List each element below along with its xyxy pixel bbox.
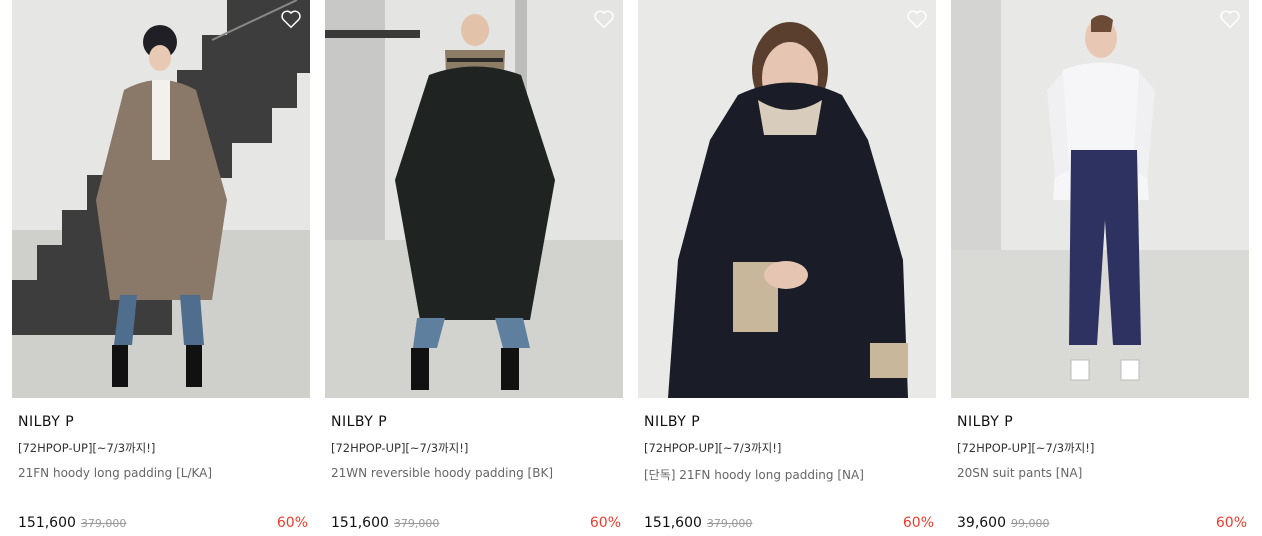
discount-rate: 60% [902,515,934,531]
promo-label: [72HPOP-UP][~7/3까지!] [957,441,1095,455]
promo-label: [72HPOP-UP][~7/3까지!] [331,441,469,455]
product-name[interactable]: [단독] 21FN hoody long padding [NA] [644,466,864,483]
product-card[interactable]: NILBY P [72HPOP-UP][~7/3까지!] 21WN revers… [325,0,623,536]
sale-price: 151,600 [18,515,76,531]
price-row: 151,600 379,000 [644,515,752,531]
product-photo [12,0,310,398]
promo-label: [72HPOP-UP][~7/3까지!] [644,441,782,455]
sale-price: 39,600 [957,515,1006,531]
product-name[interactable]: 21WN reversible hoody padding [BK] [331,466,553,480]
price-row: 151,600 379,000 [331,515,439,531]
heart-outline-icon[interactable] [906,8,928,30]
product-image[interactable] [325,0,623,398]
product-photo [325,0,623,398]
heart-outline-icon[interactable] [593,8,615,30]
discount-rate: 60% [276,515,308,531]
brand-name[interactable]: NILBY P [957,414,1013,430]
product-photo [951,0,1249,398]
discount-rate: 60% [1215,515,1247,531]
product-grid: NILBY P [72HPOP-UP][~7/3까지!] 21FN hoody … [0,0,1262,536]
product-name[interactable]: 20SN suit pants [NA] [957,466,1082,480]
brand-name[interactable]: NILBY P [644,414,700,430]
price-row: 39,600 99,000 [957,515,1050,531]
sale-price: 151,600 [331,515,389,531]
original-price: 379,000 [80,517,127,530]
promo-label: [72HPOP-UP][~7/3까지!] [18,441,156,455]
product-image[interactable] [638,0,936,398]
original-price: 99,000 [1011,517,1050,530]
brand-name[interactable]: NILBY P [331,414,387,430]
price-row: 151,600 379,000 [18,515,126,531]
discount-rate: 60% [589,515,621,531]
product-image[interactable] [12,0,310,398]
heart-outline-icon[interactable] [280,8,302,30]
product-image[interactable] [951,0,1249,398]
original-price: 379,000 [706,517,753,530]
product-card[interactable]: NILBY P [72HPOP-UP][~7/3까지!] [단독] 21FN h… [638,0,936,536]
product-photo [638,0,936,398]
original-price: 379,000 [393,517,440,530]
product-name[interactable]: 21FN hoody long padding [L/KA] [18,466,212,480]
product-card[interactable]: NILBY P [72HPOP-UP][~7/3까지!] 20SN suit p… [951,0,1249,536]
brand-name[interactable]: NILBY P [18,414,74,430]
sale-price: 151,600 [644,515,702,531]
product-card[interactable]: NILBY P [72HPOP-UP][~7/3까지!] 21FN hoody … [12,0,310,536]
heart-outline-icon[interactable] [1219,8,1241,30]
